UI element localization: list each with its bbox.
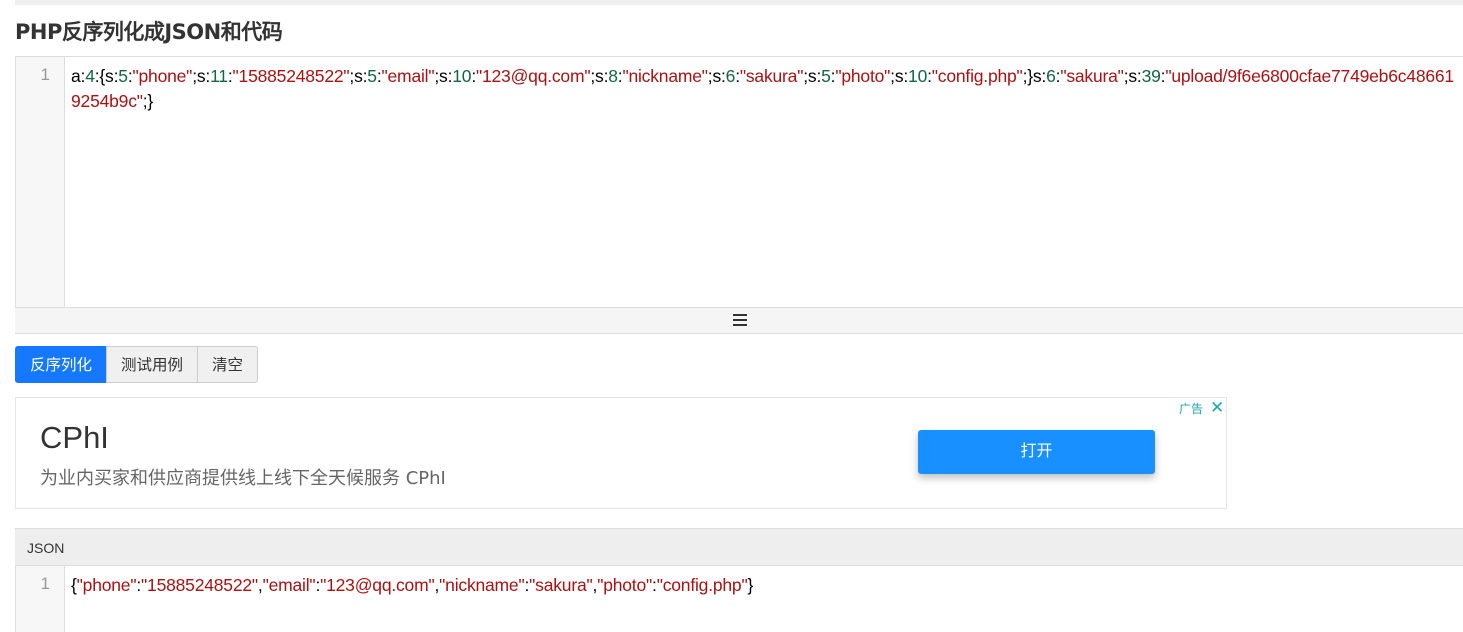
editor-resize-handle[interactable] — [15, 307, 1463, 334]
code-string-token: "phone" — [132, 66, 193, 86]
code-string-token: "email" — [262, 575, 316, 595]
code-string-token: "sakura" — [1060, 66, 1124, 86]
code-punct-token: ;s: — [1123, 66, 1142, 86]
code-punct-token: ;s: — [192, 66, 211, 86]
unserialize-button[interactable]: 反序列化 — [15, 346, 108, 383]
code-number-token: 5 — [821, 66, 831, 86]
code-number-token: 4 — [85, 66, 95, 86]
code-string-token: "123@qq.com" — [320, 575, 435, 595]
code-string-token: "sakura" — [739, 66, 804, 86]
code-string-token: "photo" — [597, 575, 653, 595]
code-number-token: 39 — [1141, 66, 1161, 86]
code-string-token: "email" — [381, 66, 435, 86]
code-punct-token: ;s: — [434, 66, 453, 86]
code-line[interactable]: {"phone":"15885248522","email":"123@qq.c… — [71, 573, 1461, 598]
code-number-token: 10 — [908, 66, 928, 86]
ad-open-button[interactable]: 打开 — [918, 430, 1155, 474]
test-case-button[interactable]: 测试用例 — [106, 346, 199, 383]
code-number-token: 8 — [608, 66, 618, 86]
code-number-token: 5 — [118, 66, 128, 86]
code-punct-token: ;} — [142, 91, 154, 111]
code-punct-token: } — [747, 575, 754, 595]
json-panel-header: JSON — [15, 528, 1463, 566]
code-string-token: "123@qq.com" — [475, 66, 591, 86]
code-punct-token: ;s: — [803, 66, 822, 86]
code-number-token: 11 — [210, 66, 228, 86]
code-string-token: "phone" — [76, 575, 137, 595]
line-number-gutter: 1 — [16, 566, 65, 632]
code-punct-token: a: — [71, 66, 86, 86]
code-punct-token: ;s: — [707, 66, 726, 86]
code-punct-token: ;s: — [890, 66, 909, 86]
close-icon[interactable]: ✕ — [1210, 399, 1224, 417]
json-output-editor[interactable]: 1 {"phone":"15885248522","email":"123@qq… — [15, 566, 1463, 632]
code-string-token: "config.php" — [656, 575, 748, 595]
code-string-token: "photo" — [835, 66, 891, 86]
json-panel-title: JSON — [27, 540, 65, 556]
code-punct-token: ;}s: — [1022, 66, 1047, 86]
code-punct-token: ;s: — [349, 66, 368, 86]
code-string-token: "15885248522" — [232, 66, 350, 86]
code-string-token: "sakura" — [529, 575, 593, 595]
clear-button[interactable]: 清空 — [197, 346, 259, 383]
input-code-editor[interactable]: 1 a:4:{s:5:"phone";s:11:"15885248522";s:… — [15, 56, 1463, 308]
code-string-token: "config.php" — [931, 66, 1023, 86]
code-punct-token: ;s: — [590, 66, 609, 86]
code-number-token: 6 — [725, 66, 736, 86]
ad-label: 广告 — [1179, 402, 1204, 416]
line-number: 1 — [40, 574, 50, 593]
code-string-token: "15885248522" — [141, 575, 258, 595]
action-button-group: 反序列化 测试用例 清空 — [15, 346, 259, 383]
advertisement-banner[interactable]: CPhI 为业内买家和供应商提供线上线下全天候服务 CPhI 打开 广告 ✕ — [15, 397, 1227, 509]
hamburger-icon — [733, 314, 747, 326]
code-number-token: 10 — [452, 66, 472, 86]
code-string-token: "nickname" — [439, 575, 525, 595]
top-strip — [15, 0, 1463, 5]
code-line[interactable]: a:4:{s:5:"phone";s:11:"15885248522";s:5:… — [71, 64, 1461, 114]
code-number-token: 6 — [1046, 66, 1056, 86]
page-title: PHP反序列化成JSON和代码 — [15, 20, 283, 44]
line-number: 1 — [40, 65, 50, 84]
code-string-token: "nickname" — [622, 66, 708, 86]
code-punct-token: :{s: — [94, 66, 119, 86]
line-number-gutter: 1 — [16, 57, 65, 308]
code-number-token: 5 — [367, 66, 377, 86]
ad-description: 为业内买家和供应商提供线上线下全天候服务 CPhI — [40, 468, 446, 489]
ad-title: CPhI — [40, 420, 109, 455]
